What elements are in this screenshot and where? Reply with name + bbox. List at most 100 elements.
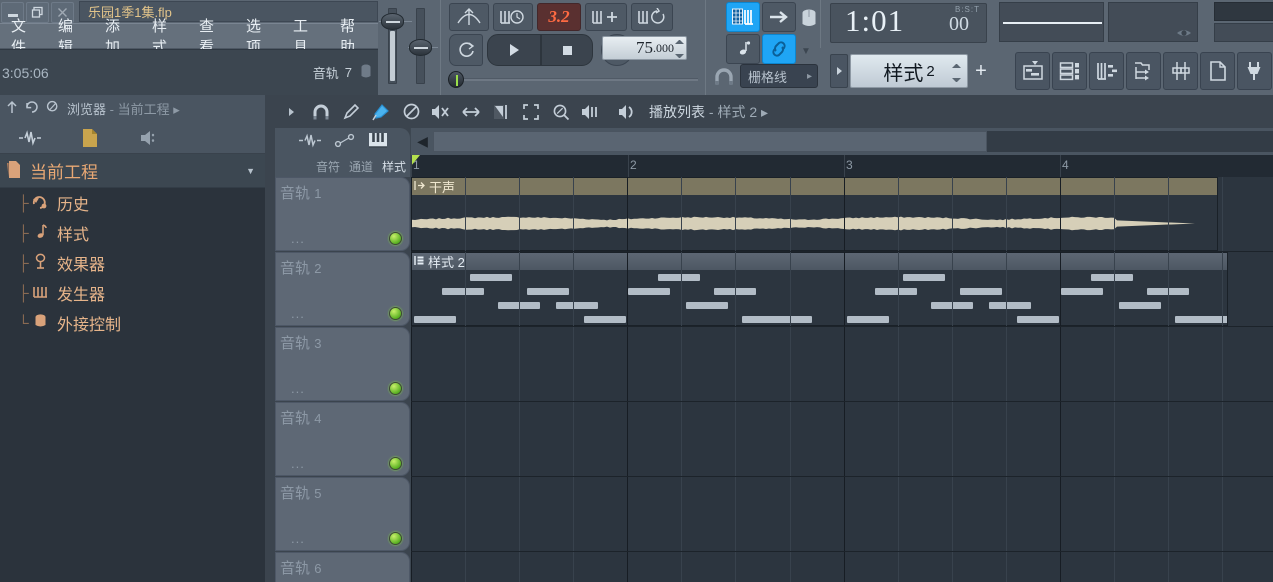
track-header[interactable]: 音轨 5 ... — [275, 477, 410, 551]
track-header[interactable]: 音轨 2 ... — [275, 252, 410, 326]
track-number: 3 — [314, 336, 322, 351]
playlist-menu-caret[interactable] — [281, 107, 301, 117]
search-icon[interactable] — [46, 100, 60, 117]
waveform-icon[interactable] — [298, 133, 322, 151]
cpu-meter-bottom — [1214, 23, 1273, 42]
select-icon[interactable] — [521, 103, 541, 121]
mode-patterns[interactable]: 样式 — [382, 158, 406, 175]
hint-text-panel — [1108, 2, 1198, 42]
pattern-add-button-2[interactable]: + — [971, 54, 991, 88]
track-header[interactable]: 音轨 6 ... — [275, 552, 410, 582]
automation-icon[interactable] — [334, 133, 356, 151]
playlist-timeline[interactable]: 1 2 3 4 — [410, 155, 1273, 177]
mixer-icon[interactable] — [1163, 52, 1198, 90]
magnet-icon[interactable] — [714, 68, 734, 89]
typing-keyboard-button[interactable] — [762, 2, 796, 32]
browser-item-midi[interactable]: └ 外接控制 — [0, 308, 265, 338]
song-position-slider[interactable] — [448, 71, 698, 88]
pattern-note — [584, 316, 626, 323]
tempo-spinner[interactable] — [675, 40, 684, 58]
chevron-down-icon[interactable]: ▼ — [801, 46, 811, 57]
channel-rack-icon[interactable] — [1052, 52, 1087, 90]
waveform-icon[interactable] — [0, 129, 60, 146]
play-button[interactable] — [487, 34, 541, 66]
browser-item-patterns[interactable]: ├ 样式 — [0, 218, 265, 248]
mode-channels[interactable]: 通道 — [349, 158, 373, 175]
master-pitch-knob[interactable] — [409, 39, 432, 56]
countdown-display[interactable]: 3.2 — [537, 3, 581, 31]
track-header[interactable]: 音轨 1 ... — [275, 177, 410, 251]
browser-item-generators[interactable]: ├ 发生器 — [0, 278, 265, 308]
speaker-icon[interactable] — [120, 130, 180, 146]
mode-notes[interactable]: 音符 — [316, 158, 340, 175]
ruler-back-icon[interactable]: ◀ — [415, 131, 430, 152]
tempo-tap-button[interactable] — [449, 3, 489, 31]
browser-title-arrow[interactable]: ▸ — [173, 102, 180, 117]
loop-mode-button[interactable] — [449, 34, 483, 66]
track-dots[interactable]: ... — [291, 531, 305, 546]
piano-icon[interactable] — [368, 132, 388, 151]
track-number: 6 — [314, 561, 322, 576]
playlist-title-arrow[interactable]: ▸ — [761, 104, 768, 120]
plugin-picker-icon[interactable] — [1237, 52, 1272, 90]
chevron-down-icon[interactable]: ▼ — [246, 166, 255, 176]
master-pitch-knob-icon[interactable] — [798, 6, 820, 50]
song-pattern-toggle[interactable] — [726, 2, 760, 32]
slip-icon[interactable] — [461, 105, 481, 119]
browser-item-history[interactable]: ├ 历史 — [0, 188, 265, 218]
audition-icon[interactable] — [617, 104, 637, 120]
tempo-field[interactable]: 75 .000 — [602, 36, 687, 60]
undo-icon[interactable] — [25, 100, 39, 117]
track-enable-led[interactable] — [389, 457, 402, 470]
playlist-horizontal-scrollbar[interactable] — [433, 131, 987, 152]
piano-roll-icon[interactable] — [1089, 52, 1124, 90]
clip-header[interactable]: 样式 2 — [412, 253, 1227, 270]
snap-dropdown[interactable]: 栅格线 ▸ — [740, 64, 818, 88]
track-header[interactable]: 音轨 3 ... — [275, 327, 410, 401]
paint-brush-icon[interactable] — [371, 103, 391, 121]
file-icon[interactable] — [60, 128, 120, 148]
pattern-add-button[interactable] — [585, 3, 627, 31]
playlist-icon[interactable] — [1015, 52, 1050, 90]
browser-item-effects[interactable]: ├ 效果器 — [0, 248, 265, 278]
master-volume-knob[interactable] — [381, 13, 404, 30]
pattern-notes — [412, 270, 1227, 325]
track-enable-led[interactable] — [389, 232, 402, 245]
mute-icon[interactable] — [431, 104, 451, 120]
arrow-up-icon[interactable] — [6, 100, 18, 117]
pattern-name-field[interactable]: 样式 2 — [850, 54, 968, 88]
wait-for-input-button[interactable] — [493, 3, 533, 31]
slice-icon[interactable] — [491, 103, 511, 121]
browser-root-item[interactable]: 当前工程 ▼ — [0, 154, 265, 188]
eye-icon[interactable] — [1176, 27, 1192, 39]
track-enable-led[interactable] — [389, 532, 402, 545]
track-header[interactable]: 音轨 4 ... — [275, 402, 410, 476]
browser-icon[interactable] — [1126, 52, 1161, 90]
playlist-grid[interactable]: 干声 样式 2 — [410, 177, 1273, 582]
delete-icon[interactable] — [401, 103, 421, 120]
track-dots[interactable]: ... — [291, 231, 305, 246]
track-dots[interactable]: ... — [291, 306, 305, 321]
pattern-clip[interactable]: 样式 2 — [411, 252, 1228, 326]
project-notes-icon[interactable] — [1200, 52, 1235, 90]
track-enable-led[interactable] — [389, 382, 402, 395]
magnet-snap-icon[interactable] — [311, 104, 331, 120]
pattern-menu-button[interactable] — [830, 54, 848, 88]
audio-clip[interactable]: 干声 — [411, 177, 1218, 251]
draw-pencil-icon[interactable] — [341, 103, 361, 121]
pattern-spinner[interactable] — [952, 64, 961, 82]
time-display[interactable]: B:S:T 1:01 00 — [830, 3, 987, 43]
track-enable-led[interactable] — [389, 307, 402, 320]
song-position-knob[interactable] — [448, 71, 464, 88]
note-tool-button[interactable] — [726, 34, 760, 64]
pattern-note — [989, 302, 1031, 309]
zoom-icon[interactable] — [551, 103, 571, 121]
clip-header[interactable]: 干声 — [412, 178, 1217, 195]
pattern-loop-button[interactable] — [631, 3, 673, 31]
stop-button[interactable] — [541, 34, 593, 66]
fl-studio-window: 乐园1季1集.flp 文件 编辑 添加 样式 查看 选项 工具 帮助 3:05:… — [0, 0, 1273, 582]
playback-icon[interactable] — [581, 104, 601, 120]
link-button[interactable] — [762, 34, 796, 64]
track-dots[interactable]: ... — [291, 381, 305, 396]
track-dots[interactable]: ... — [291, 456, 305, 471]
